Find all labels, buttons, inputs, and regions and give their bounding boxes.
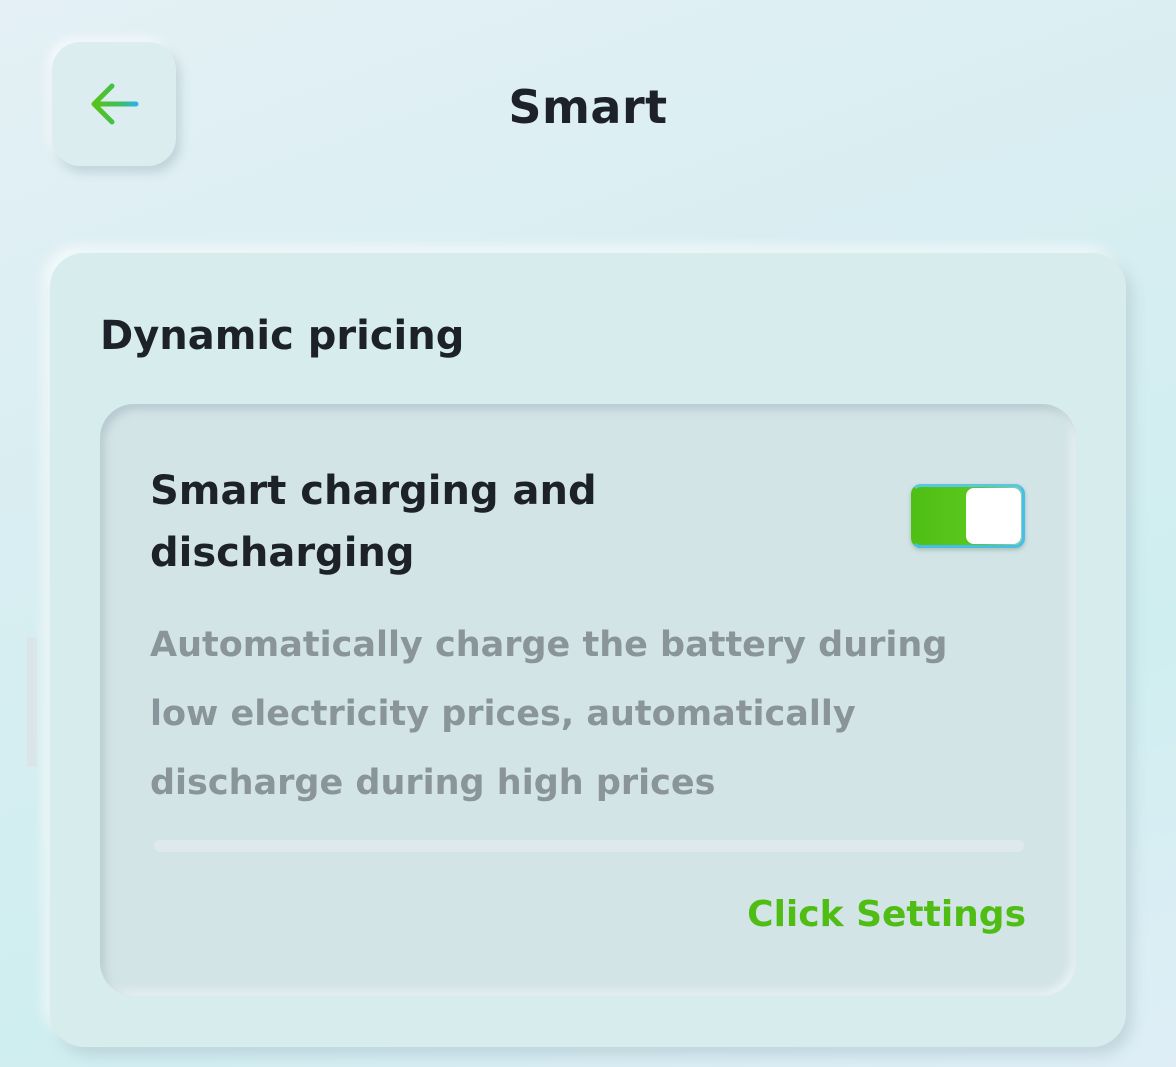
smart-charging-panel: Smart charging and discharging Automatic… [100, 404, 1076, 996]
smart-charging-toggle[interactable] [911, 484, 1025, 548]
page-title: Smart [508, 80, 668, 134]
click-settings-link[interactable]: Click Settings [747, 894, 1026, 935]
feature-title: Smart charging and discharging [150, 468, 597, 576]
section-title: Dynamic pricing [100, 313, 465, 359]
side-edge-handle [27, 637, 37, 767]
toggle-knob [966, 488, 1021, 544]
dynamic-pricing-card: Dynamic pricing Smart charging and disch… [50, 253, 1126, 1047]
feature-description: Automatically charge the battery during … [150, 625, 948, 803]
divider [154, 840, 1024, 852]
